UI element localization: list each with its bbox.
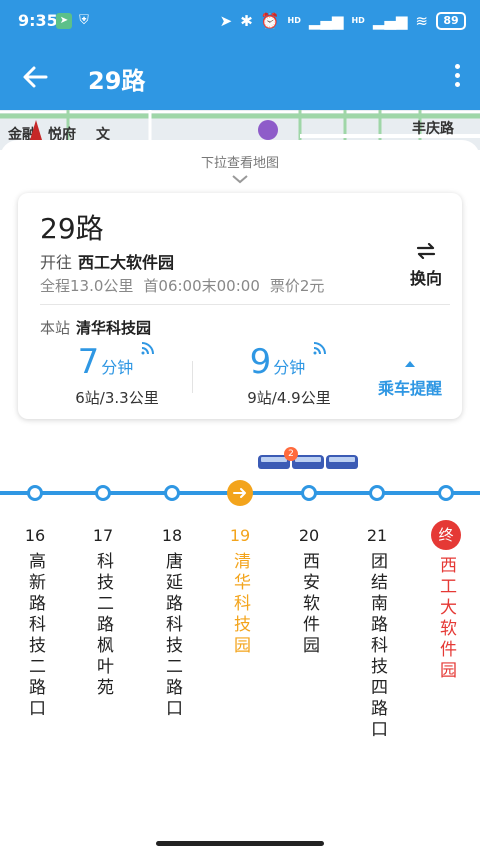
stop-name: 唐延路科技二路口 xyxy=(162,552,182,720)
current-stop-prefix: 本站 xyxy=(40,319,71,337)
stop-number: 19 xyxy=(229,526,251,545)
navigation-notification-icon: ➤ xyxy=(56,13,72,29)
stop-dot[interactable] xyxy=(369,485,385,501)
stop-name: 科技二路枫叶苑 xyxy=(93,552,113,699)
terminal-badge: 终 xyxy=(431,520,461,550)
stop-number: 21 xyxy=(366,526,388,545)
stop-dot[interactable] xyxy=(27,485,43,501)
eta-bus-1[interactable]: 7 分钟 6站/3.3公里 xyxy=(42,341,192,408)
eta-unit-2: 分钟 xyxy=(273,358,306,377)
stop-dot[interactable] xyxy=(164,485,180,501)
realtime-signal-icon xyxy=(141,342,155,355)
eta-bus-2[interactable]: 9 分钟 9站/4.9公里 xyxy=(214,341,364,408)
stop-name: 西工大软件园 xyxy=(436,556,456,682)
eta-unit-1: 分钟 xyxy=(101,358,134,377)
status-bar: 9:35 ➤ ⛨ ➤ ✱ ⏰ HD ▂▄▆ HD ▂▄▆ ≋ 89 xyxy=(0,0,480,44)
current-stop-line: 本站 清华科技园 xyxy=(40,317,151,338)
stop-item[interactable]: 18 唐延路科技二路口 xyxy=(155,526,189,720)
stop-name: 团结南路科技四路口 xyxy=(367,552,387,741)
stop-number: 18 xyxy=(161,526,183,545)
stop-item[interactable]: 21 团结南路科技四路口 xyxy=(360,526,394,741)
card-divider xyxy=(40,304,450,305)
switch-direction-label: 换向 xyxy=(409,269,442,288)
bus-group[interactable]: 2 xyxy=(256,447,360,471)
stop-number: 17 xyxy=(92,526,114,545)
stop-number: 20 xyxy=(298,526,320,545)
location-icon: ➤ xyxy=(219,12,233,30)
route-info: 全程13.0公里 首06:00末00:00 票价2元 xyxy=(40,275,334,296)
caret-up-icon xyxy=(405,361,415,367)
stop-name: 西安软件园 xyxy=(299,552,319,657)
map-poi-icon xyxy=(258,120,278,140)
direction-prefix: 开往 xyxy=(40,253,73,272)
direction-destination: 西工大软件园 xyxy=(78,253,175,272)
back-arrow-icon[interactable] xyxy=(20,62,50,92)
pull-hint[interactable]: 下拉查看地图 xyxy=(0,152,480,171)
page-title: 29路 xyxy=(88,67,146,95)
app-header: 29路 xyxy=(0,44,480,110)
route-name: 29路 xyxy=(40,212,104,245)
route-fare: 票价2元 xyxy=(269,277,325,295)
direction-line: 开往 西工大软件园 xyxy=(40,249,174,273)
stop-item[interactable]: 20 西安软件园 xyxy=(292,526,326,657)
bus-icon xyxy=(326,455,358,469)
alarm-icon: ⏰ xyxy=(260,12,280,30)
eta-minutes-1: 7 xyxy=(77,342,100,382)
stop-name: 高新路科技二路口 xyxy=(25,552,45,720)
shield-icon: ⛨ xyxy=(79,13,89,28)
stop-dot[interactable] xyxy=(95,485,111,501)
battery-indicator: 89 xyxy=(436,12,466,30)
stop-item[interactable]: 17 科技二路枫叶苑 xyxy=(86,526,120,699)
arrow-right-icon xyxy=(233,488,246,498)
ride-reminder-label: 乘车提醒 xyxy=(377,379,442,398)
wifi-status-icon: ≋ xyxy=(415,12,428,30)
signal-icon-2: ▂▄▆ xyxy=(372,12,408,30)
stop-item[interactable]: 16 高新路科技二路口 xyxy=(18,526,52,720)
map-marker-icon xyxy=(30,120,42,140)
stop-dot[interactable] xyxy=(438,485,454,501)
stop-item-terminal[interactable]: 终 西工大软件园 xyxy=(429,520,463,682)
hd-signal-2: HD xyxy=(351,16,365,25)
stop-dot[interactable] xyxy=(301,485,317,501)
ride-reminder-button[interactable]: 乘车提醒 xyxy=(370,361,450,399)
status-time: 9:35 xyxy=(18,11,58,30)
home-indicator[interactable] xyxy=(156,841,324,846)
stop-item-current[interactable]: 19 清华科技园 xyxy=(223,526,257,657)
swap-arrows-icon xyxy=(416,243,436,259)
chevron-down-icon[interactable] xyxy=(231,174,249,184)
route-hours: 首06:00末00:00 xyxy=(143,277,260,295)
bluetooth-icon: ✱ xyxy=(240,12,253,30)
route-card: 29路 开往 西工大软件园 全程13.0公里 首06:00末00:00 票价2元 换向… xyxy=(18,193,462,419)
eta-distance-1: 6站/3.3公里 xyxy=(75,389,159,407)
switch-direction-button[interactable]: 换向 xyxy=(406,243,446,289)
status-indicators: ➤ ✱ ⏰ HD ▂▄▆ HD ▂▄▆ ≋ 89 xyxy=(220,10,466,32)
eta-divider xyxy=(192,361,193,393)
current-stop-name: 清华科技园 xyxy=(76,319,152,337)
hd-signal-1: HD xyxy=(287,16,301,25)
eta-minutes-2: 9 xyxy=(249,342,272,382)
realtime-signal-icon xyxy=(313,342,327,355)
stop-name: 清华科技园 xyxy=(230,552,250,657)
more-menu-icon[interactable] xyxy=(452,64,462,90)
signal-icon-1: ▂▄▆ xyxy=(308,12,344,30)
stop-number: 16 xyxy=(24,526,46,545)
map-label-4: 丰庆路 xyxy=(412,121,454,137)
route-distance: 全程13.0公里 xyxy=(40,277,134,295)
bus-count-badge: 2 xyxy=(284,447,298,461)
eta-distance-2: 9站/4.9公里 xyxy=(247,389,331,407)
current-stop-dot[interactable] xyxy=(227,480,253,506)
